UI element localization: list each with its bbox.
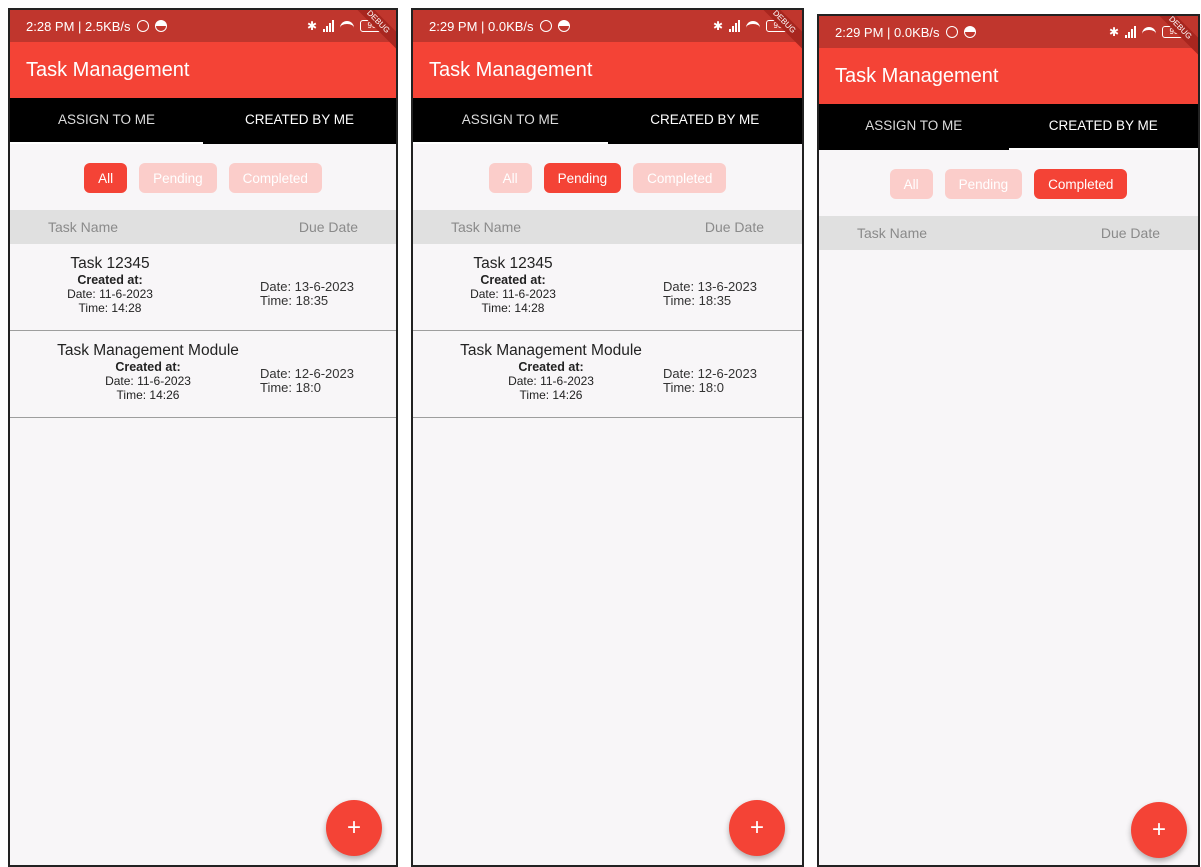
- created-time: Time: 14:26: [116, 388, 180, 402]
- task-name: Task Management Module: [460, 342, 642, 359]
- tab-created-by-me[interactable]: CREATED BY ME: [1008, 104, 1199, 150]
- signal-icon: [729, 20, 740, 32]
- task-info: Task 12345 Created at: Date: 11-6-2023 T…: [10, 254, 220, 315]
- due-time: Time: 18:35: [663, 293, 732, 308]
- bluetooth-icon: ✱: [712, 19, 723, 33]
- created-label: Created at:: [518, 360, 584, 374]
- table-header: Task Name Due Date: [10, 210, 396, 244]
- filter-chips: All Pending Completed: [819, 150, 1198, 216]
- alarm-icon: [539, 20, 552, 32]
- tab-bar: ASSIGN TO ME CREATED BY ME: [819, 104, 1198, 150]
- filter-pending-button[interactable]: Pending: [543, 163, 622, 193]
- created-label: Created at:: [77, 273, 143, 287]
- due-info: Date: 13-6-2023 Time: 18:35: [663, 280, 757, 308]
- due-date: Date: 12-6-2023: [663, 366, 757, 381]
- wifi-icon: [1142, 27, 1156, 37]
- add-task-button[interactable]: +: [326, 800, 382, 856]
- filter-completed-button[interactable]: Completed: [228, 163, 322, 193]
- status-time: 2:29 PM | 0.0KB/s: [835, 24, 940, 40]
- due-time: Time: 18:35: [260, 293, 329, 308]
- tab-created-by-me[interactable]: CREATED BY ME: [608, 98, 803, 144]
- created-date: Date: 11-6-2023: [67, 287, 153, 301]
- tab-assign-to-me[interactable]: ASSIGN TO ME: [413, 98, 608, 144]
- created-time: Time: 14:28: [78, 301, 142, 315]
- bluetooth-icon: ✱: [1108, 25, 1119, 39]
- filter-chips: All Pending Completed: [413, 144, 802, 210]
- column-due-date: Due Date: [704, 219, 764, 235]
- created-date: Date: 11-6-2023: [105, 374, 191, 388]
- task-info: Task Management Module Created at: Date:…: [441, 341, 661, 402]
- app-bar-title: Task Management: [819, 48, 1198, 104]
- created-time: Time: 14:28: [481, 301, 545, 315]
- table-row[interactable]: Task Management Module Created at: Date:…: [10, 331, 396, 418]
- column-due-date: Due Date: [298, 219, 358, 235]
- filter-completed-button[interactable]: Completed: [633, 163, 727, 193]
- phone-screen-all: 2:28 PM | 2.5KB/s ✱ 93 DEBUG Task Manage…: [8, 8, 398, 867]
- column-due-date: Due Date: [1100, 225, 1160, 241]
- table-row[interactable]: Task 12345 Created at: Date: 11-6-2023 T…: [10, 244, 396, 331]
- phone-screen-pending: 2:29 PM | 0.0KB/s ✱ 93 DEBUG Task Manage…: [411, 8, 804, 867]
- filter-pending-button[interactable]: Pending: [139, 163, 217, 193]
- tab-created-by-me[interactable]: CREATED BY ME: [203, 98, 396, 144]
- table-header: Task Name Due Date: [819, 216, 1198, 250]
- signal-icon: [1125, 26, 1136, 38]
- status-bar: 2:29 PM | 0.0KB/s ✱ 93 DEBUG: [413, 10, 802, 55]
- due-info: Date: 12-6-2023 Time: 18:0: [260, 367, 354, 395]
- due-time: Time: 18:0: [260, 380, 321, 395]
- created-label: Created at:: [115, 360, 181, 374]
- due-info: Date: 12-6-2023 Time: 18:0: [663, 367, 757, 395]
- table-row[interactable]: Task 12345 Created at: Date: 11-6-2023 T…: [413, 244, 802, 331]
- due-date: Date: 13-6-2023: [663, 279, 757, 294]
- due-info: Date: 13-6-2023 Time: 18:35: [260, 280, 354, 308]
- filter-all-button[interactable]: All: [488, 163, 532, 193]
- task-name: Task 12345: [70, 255, 150, 272]
- status-bar: 2:29 PM | 0.0KB/s ✱ 93 DEBUG: [819, 16, 1198, 61]
- phone-screen-completed: 2:29 PM | 0.0KB/s ✱ 93 DEBUG Task Manage…: [817, 14, 1200, 867]
- column-task-name: Task Name: [48, 219, 119, 235]
- sync-icon: [963, 26, 976, 38]
- due-date: Date: 12-6-2023: [260, 366, 354, 381]
- sync-icon: [154, 20, 167, 32]
- filter-completed-button[interactable]: Completed: [1034, 169, 1128, 199]
- signal-icon: [323, 20, 334, 32]
- table-header: Task Name Due Date: [413, 210, 802, 244]
- task-name: Task 12345: [473, 255, 553, 272]
- filter-pending-button[interactable]: Pending: [944, 169, 1023, 199]
- app-bar-title: Task Management: [10, 42, 396, 98]
- wifi-icon: [340, 21, 354, 31]
- created-date: Date: 11-6-2023: [508, 374, 594, 388]
- filter-all-button[interactable]: All: [889, 169, 933, 199]
- created-date: Date: 11-6-2023: [470, 287, 556, 301]
- created-time: Time: 14:26: [519, 388, 583, 402]
- column-task-name: Task Name: [451, 219, 522, 235]
- sync-icon: [557, 20, 570, 32]
- add-task-button[interactable]: +: [729, 800, 785, 856]
- bluetooth-icon: ✱: [306, 19, 317, 33]
- tab-bar: ASSIGN TO ME CREATED BY ME: [413, 98, 802, 144]
- task-name: Task Management Module: [57, 342, 239, 359]
- alarm-icon: [136, 20, 149, 32]
- status-time: 2:29 PM | 0.0KB/s: [429, 18, 534, 34]
- due-date: Date: 13-6-2023: [260, 279, 354, 294]
- table-row[interactable]: Task Management Module Created at: Date:…: [413, 331, 802, 418]
- wifi-icon: [746, 21, 760, 31]
- filter-chips: All Pending Completed: [10, 144, 396, 210]
- column-task-name: Task Name: [857, 225, 928, 241]
- created-label: Created at:: [480, 273, 546, 287]
- tab-assign-to-me[interactable]: ASSIGN TO ME: [819, 104, 1009, 150]
- add-task-button[interactable]: +: [1131, 802, 1187, 858]
- tab-bar: ASSIGN TO ME CREATED BY ME: [10, 98, 396, 144]
- task-info: Task 12345 Created at: Date: 11-6-2023 T…: [413, 254, 623, 315]
- task-info: Task Management Module Created at: Date:…: [38, 341, 258, 402]
- tab-assign-to-me[interactable]: ASSIGN TO ME: [10, 98, 203, 144]
- alarm-icon: [945, 26, 958, 38]
- status-bar: 2:28 PM | 2.5KB/s ✱ 93 DEBUG: [10, 10, 396, 55]
- status-time: 2:28 PM | 2.5KB/s: [26, 18, 131, 34]
- due-time: Time: 18:0: [663, 380, 724, 395]
- filter-all-button[interactable]: All: [84, 163, 128, 193]
- app-bar-title: Task Management: [413, 42, 802, 98]
